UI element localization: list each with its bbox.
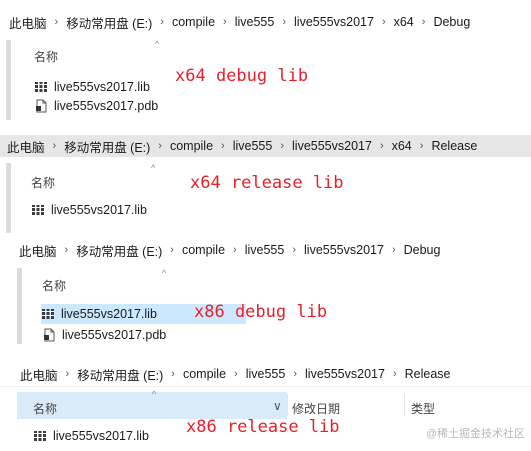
file-name: live555vs2017.pdb xyxy=(54,99,159,113)
column-header-date[interactable]: 修改日期 xyxy=(292,400,340,417)
breadcrumb-segment[interactable]: Debug xyxy=(430,15,473,29)
sort-ascending-icon: ^ xyxy=(152,389,157,399)
breadcrumb-segment[interactable]: live555vs2017 xyxy=(289,139,375,153)
pdb-file-icon xyxy=(34,99,48,113)
column-header-type[interactable]: 类型 xyxy=(411,400,435,417)
divider xyxy=(0,386,531,387)
navigation-pane-edge xyxy=(17,268,22,344)
sort-ascending-icon: ^ xyxy=(155,39,160,49)
breadcrumb-segment[interactable]: 此电脑 xyxy=(16,241,60,260)
file-row-lib[interactable]: live555vs2017.lib xyxy=(31,201,147,219)
file-name: live555vs2017.lib xyxy=(61,307,157,321)
breadcrumb-segment[interactable]: Debug xyxy=(401,243,444,257)
breadcrumb-segment[interactable]: x64 xyxy=(391,15,417,29)
chevron-right-icon[interactable]: › xyxy=(48,140,62,152)
column-separator[interactable] xyxy=(287,394,288,416)
breadcrumb-segment[interactable]: 此电脑 xyxy=(4,137,48,156)
file-name: live555vs2017.lib xyxy=(53,429,149,443)
breadcrumb[interactable]: 此电脑 › 移动常用盘 (E:) › compile › live555 › live555vs… xyxy=(0,135,531,157)
chevron-right-icon[interactable]: › xyxy=(288,368,302,380)
lib-file-icon xyxy=(41,307,55,321)
chevron-right-icon[interactable]: › xyxy=(228,244,242,256)
chevron-right-icon[interactable]: › xyxy=(388,368,402,380)
watermark: @稀土掘金技术社区 xyxy=(425,428,525,440)
chevron-right-icon[interactable]: › xyxy=(387,244,401,256)
chevron-right-icon[interactable]: › xyxy=(218,16,232,28)
breadcrumb-segment[interactable]: live555 xyxy=(243,367,289,381)
breadcrumb-segment[interactable]: 移动常用盘 (E:) xyxy=(74,365,166,384)
chevron-right-icon[interactable]: › xyxy=(155,16,169,28)
lib-file-icon xyxy=(31,203,45,217)
breadcrumb-segment[interactable]: live555vs2017 xyxy=(302,367,388,381)
chevron-right-icon[interactable]: › xyxy=(415,140,429,152)
breadcrumb-segment[interactable]: Release xyxy=(428,139,480,153)
chevron-right-icon[interactable]: › xyxy=(417,16,431,28)
breadcrumb-segment[interactable]: live555vs2017 xyxy=(301,243,387,257)
breadcrumb-segment[interactable]: live555 xyxy=(230,139,276,153)
chevron-right-icon[interactable]: › xyxy=(287,244,301,256)
breadcrumb-segment[interactable]: Release xyxy=(402,367,454,381)
chevron-right-icon[interactable]: › xyxy=(229,368,243,380)
chevron-right-icon[interactable]: › xyxy=(61,368,75,380)
chevron-right-icon[interactable]: › xyxy=(166,368,180,380)
breadcrumb[interactable]: 此电脑 › 移动常用盘 (E:) › compile › live555 › live555vs… xyxy=(12,239,443,261)
sort-ascending-icon: ^ xyxy=(151,163,156,173)
sort-ascending-icon: ^ xyxy=(162,268,167,278)
annotation-label: x86 release lib xyxy=(186,417,340,437)
breadcrumb-segment[interactable]: live555vs2017 xyxy=(291,15,377,29)
breadcrumb-segment[interactable]: compile xyxy=(167,139,216,153)
chevron-right-icon[interactable]: › xyxy=(277,16,291,28)
chevron-right-icon[interactable]: › xyxy=(153,140,167,152)
chevron-right-icon[interactable]: › xyxy=(165,244,179,256)
lib-file-icon xyxy=(34,80,48,94)
lib-file-icon xyxy=(33,429,47,443)
breadcrumb-segment[interactable]: compile xyxy=(179,243,228,257)
breadcrumb[interactable]: 此电脑 › 移动常用盘 (E:) › compile › live555 › live555vs… xyxy=(2,11,473,33)
breadcrumb-segment[interactable]: live555 xyxy=(232,15,278,29)
breadcrumb-segment[interactable]: 移动常用盘 (E:) xyxy=(61,137,153,156)
file-row-pdb[interactable]: live555vs2017.pdb xyxy=(34,97,158,115)
breadcrumb-segment[interactable]: 此电脑 xyxy=(6,13,50,32)
file-name: live555vs2017.pdb xyxy=(62,328,167,342)
file-name: live555vs2017.lib xyxy=(54,80,150,94)
chevron-right-icon[interactable]: › xyxy=(275,140,289,152)
breadcrumb[interactable]: 此电脑 › 移动常用盘 (E:) › compile › live555 › live555vs… xyxy=(13,363,453,385)
file-row-lib[interactable]: live555vs2017.lib xyxy=(34,78,150,96)
breadcrumb-segment[interactable]: compile xyxy=(169,15,218,29)
column-header-name[interactable]: 名称 xyxy=(31,174,55,191)
breadcrumb-segment[interactable]: 移动常用盘 (E:) xyxy=(63,13,155,32)
column-dropdown-icon[interactable]: ∨ xyxy=(273,399,282,413)
annotation-label: x64 debug lib xyxy=(175,66,309,86)
file-row-pdb[interactable]: live555vs2017.pdb xyxy=(42,326,166,344)
column-header-name[interactable]: 名称 xyxy=(34,48,58,65)
chevron-right-icon[interactable]: › xyxy=(60,244,74,256)
breadcrumb-segment[interactable]: 此电脑 xyxy=(17,365,61,384)
navigation-pane-edge xyxy=(6,163,11,233)
navigation-pane-edge xyxy=(6,40,11,120)
breadcrumb-segment[interactable]: compile xyxy=(180,367,229,381)
pdb-file-icon xyxy=(42,328,56,342)
chevron-right-icon[interactable]: › xyxy=(216,140,230,152)
file-row-lib[interactable]: live555vs2017.lib xyxy=(33,427,149,445)
chevron-right-icon[interactable]: › xyxy=(375,140,389,152)
column-header-name[interactable]: 名称 xyxy=(33,400,57,417)
file-name: live555vs2017.lib xyxy=(51,203,147,217)
chevron-right-icon[interactable]: › xyxy=(377,16,391,28)
breadcrumb-segment[interactable]: 移动常用盘 (E:) xyxy=(73,241,165,260)
column-header-name[interactable]: 名称 xyxy=(42,277,66,294)
chevron-right-icon[interactable]: › xyxy=(50,16,64,28)
annotation-label: x86 debug lib xyxy=(194,302,328,322)
annotation-label: x64 release lib xyxy=(190,173,344,193)
column-separator[interactable] xyxy=(404,394,405,416)
breadcrumb-segment[interactable]: live555 xyxy=(242,243,288,257)
breadcrumb-segment[interactable]: x64 xyxy=(389,139,415,153)
